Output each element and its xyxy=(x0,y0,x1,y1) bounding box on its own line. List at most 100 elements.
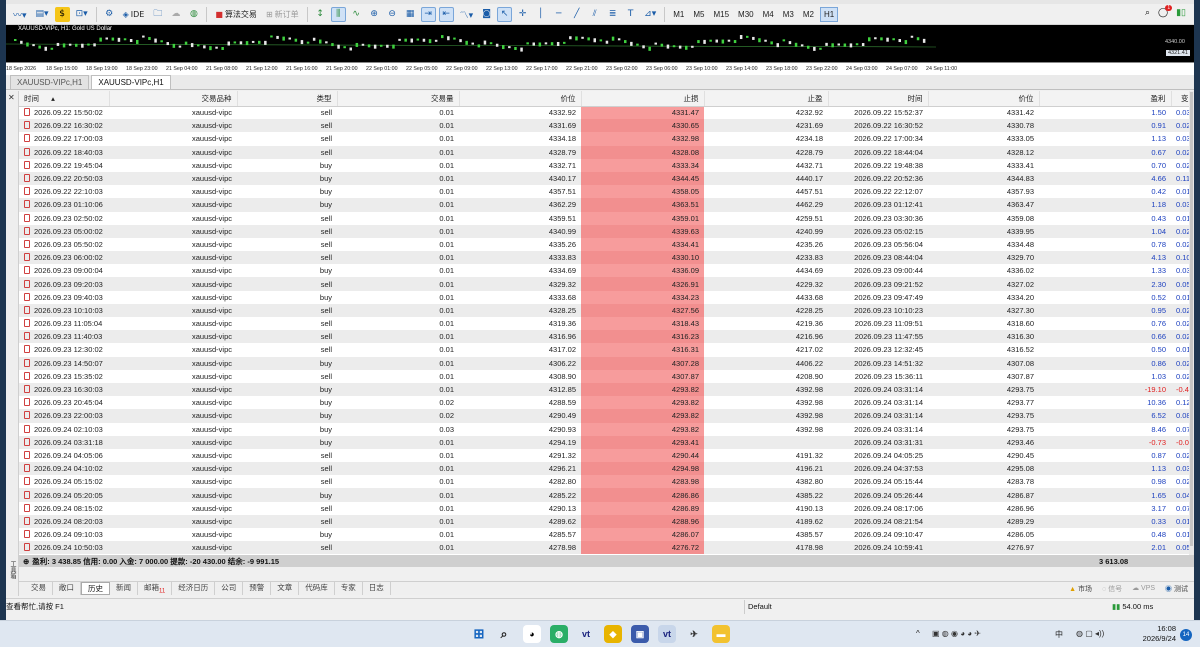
table-row[interactable]: 2026.09.23 14:50:07 xauusd-vipc buy 0.01 430… xyxy=(19,356,1194,370)
table-row[interactable]: 2026.09.23 01:10:06 xauusd-vipc buy 0.01 436… xyxy=(19,198,1194,212)
terminal-tab[interactable]: 经济日历 xyxy=(172,582,216,595)
terminal-tab[interactable]: 新闻 xyxy=(110,582,138,595)
crosshair-icon[interactable]: ✛ xyxy=(515,7,530,22)
candles-icon[interactable]: ⫼ xyxy=(330,6,346,22)
ime-indicator[interactable]: 中 xyxy=(1055,629,1063,640)
search-taskbar-icon[interactable]: ⌕ xyxy=(495,625,513,643)
table-row[interactable]: 2026.09.23 05:50:02 xauusd-vipc sell 0.01 43… xyxy=(19,237,1194,252)
chart-type-icon[interactable]: ▤▾ xyxy=(33,7,52,22)
camera-icon[interactable]: ◙ xyxy=(479,7,494,22)
folder-icon[interactable]: 🗀 xyxy=(150,7,165,22)
windows-start-icon[interactable]: ⊞ xyxy=(470,625,488,643)
table-row[interactable]: 2026.09.24 09:10:03 xauusd-vipc buy 0.01 428… xyxy=(19,528,1194,542)
table-row[interactable]: 2026.09.23 05:00:02 xauusd-vipc sell 0.01 43… xyxy=(19,224,1194,238)
column-header[interactable]: 盈利 xyxy=(1039,91,1172,107)
shapes-icon[interactable]: ⊿▾ xyxy=(641,7,659,22)
timeframe-m3[interactable]: M3 xyxy=(780,7,797,22)
terminal-tab[interactable]: 专家 xyxy=(335,582,363,595)
table-row[interactable]: 2026.09.24 04:05:06 xauusd-vipc sell 0.01 42… xyxy=(19,448,1194,463)
algo-trading-button[interactable]: ■ 算法交易 xyxy=(212,7,260,22)
table-row[interactable]: 2026.09.23 06:00:02 xauusd-vipc sell 0.01 43… xyxy=(19,251,1194,265)
price-chart[interactable]: XAUUSD-VIPc, H1: Gold US Dollar 4340.00 … xyxy=(6,25,1194,75)
table-row[interactable]: 2026.09.24 03:31:18 xauusd-vipc buy 0.01 429… xyxy=(19,435,1194,449)
timeframe-m4[interactable]: M4 xyxy=(760,7,777,22)
connection-status[interactable]: ▮▮ 54.00 ms xyxy=(1112,602,1153,611)
trading-app-icon[interactable]: ✈ xyxy=(685,625,703,643)
autoscroll-icon[interactable]: ⇥ xyxy=(420,6,436,22)
table-row[interactable]: 2026.09.24 08:20:03 xauusd-vipc sell 0.01 42… xyxy=(19,514,1194,528)
terminal-tab[interactable]: 日志 xyxy=(363,582,391,595)
chart-tab-2[interactable]: XAUUSD-VIPc,H1 xyxy=(91,75,171,89)
terminal-tab[interactable]: 敞口 xyxy=(53,582,81,595)
folder-taskbar-icon[interactable]: ▬ xyxy=(712,625,730,643)
scrollbar-thumb[interactable] xyxy=(1190,92,1193,546)
vt-app-icon[interactable]: vt xyxy=(577,625,595,643)
terminal-app-icon[interactable]: ▣ xyxy=(631,625,649,643)
column-header[interactable]: 时间 xyxy=(828,91,929,107)
wechat-icon[interactable]: ◍ xyxy=(550,625,568,643)
column-header[interactable]: 价位 xyxy=(459,91,582,107)
table-row[interactable]: 2026.09.22 20:50:03 xauusd-vipc buy 0.01 434… xyxy=(19,171,1194,186)
table-row[interactable]: 2026.09.24 10:50:03 xauusd-vipc sell 0.01 42… xyxy=(19,541,1194,555)
column-header[interactable]: 时间 ▴ xyxy=(19,91,110,107)
ide-button[interactable]: ◈ IDE xyxy=(120,7,148,22)
table-row[interactable]: 2026.09.22 16:30:02 xauusd-vipc sell 0.01 43… xyxy=(19,119,1194,133)
table-row[interactable]: 2026.09.23 22:00:03 xauusd-vipc buy 0.02 429… xyxy=(19,409,1194,423)
tray-chevron-icon[interactable]: ^ xyxy=(916,629,920,638)
line-chart-icon[interactable]: 〰▾ xyxy=(10,7,30,22)
column-header[interactable]: 交易品种 xyxy=(109,91,238,107)
indicators-icon[interactable]: 〽▾ xyxy=(457,7,477,22)
cloud-icon[interactable]: ☁ xyxy=(168,7,183,22)
table-row[interactable]: 2026.09.24 02:10:03 xauusd-vipc buy 0.03 429… xyxy=(19,422,1194,436)
vertical-line-icon[interactable]: │ xyxy=(533,7,548,22)
depth-icon[interactable]: ↕ xyxy=(313,7,328,22)
cursor-icon[interactable]: ↖ xyxy=(497,6,513,22)
table-row[interactable]: 2026.09.23 02:50:02 xauusd-vipc sell 0.01 43… xyxy=(19,211,1194,225)
timeframe-h1[interactable]: H1 xyxy=(819,6,839,22)
notification-icon[interactable]: ◯ 1 xyxy=(1158,5,1173,18)
text-icon[interactable]: T xyxy=(623,7,638,22)
chart-tab-1[interactable]: XAUUSD-VIPc,H1 xyxy=(10,75,90,89)
column-header[interactable]: 交易量 xyxy=(337,91,460,107)
notification-count-badge[interactable]: 14 xyxy=(1180,629,1192,641)
timeframe-m5[interactable]: M5 xyxy=(690,7,707,22)
terminal-tab[interactable]: 代码库 xyxy=(299,582,335,595)
table-row[interactable]: 2026.09.22 17:00:03 xauusd-vipc sell 0.01 43… xyxy=(19,132,1194,146)
clock[interactable]: 16:08 2026/9/24 xyxy=(1138,624,1176,644)
table-row[interactable]: 2026.09.23 10:10:03 xauusd-vipc sell 0.01 43… xyxy=(19,303,1194,317)
table-row[interactable]: 2026.09.24 04:10:02 xauusd-vipc sell 0.01 42… xyxy=(19,462,1194,476)
chart-wizard-icon[interactable]: ⊡▾ xyxy=(73,7,91,22)
maps-app-icon[interactable]: ◆ xyxy=(604,625,622,643)
timeframe-m30[interactable]: M30 xyxy=(735,7,757,22)
zoom-in-icon[interactable]: ⊕ xyxy=(367,7,382,22)
table-row[interactable]: 2026.09.22 15:50:02 xauusd-vipc sell 0.01 43… xyxy=(19,106,1194,120)
chart-shift-icon[interactable]: ⇤ xyxy=(438,6,454,22)
table-row[interactable]: 2026.09.23 09:40:03 xauusd-vipc buy 0.01 433… xyxy=(19,290,1194,304)
table-row[interactable]: 2026.09.23 16:30:03 xauusd-vipc buy 0.01 431… xyxy=(19,382,1194,397)
zoom-out-icon[interactable]: ⊖ xyxy=(385,7,400,22)
table-row[interactable]: 2026.09.22 22:10:03 xauusd-vipc buy 0.01 435… xyxy=(19,185,1194,199)
terminal-tab[interactable]: 预警 xyxy=(243,582,272,595)
table-row[interactable]: 2026.09.24 05:20:05 xauusd-vipc buy 0.01 428… xyxy=(19,488,1194,502)
table-row[interactable]: 2026.09.22 18:40:03 xauusd-vipc sell 0.01 43… xyxy=(19,145,1194,159)
market-button[interactable]: ▲ 市场 xyxy=(1069,584,1092,594)
column-header[interactable]: 价位 xyxy=(928,91,1040,107)
vps-button[interactable]: ☁ VPS xyxy=(1132,584,1155,594)
column-header[interactable]: 止损 xyxy=(581,91,705,107)
terminal-tab[interactable]: 交易 xyxy=(25,582,53,595)
trendline-icon[interactable]: ╱ xyxy=(569,7,584,22)
table-row[interactable]: 2026.09.24 08:15:02 xauusd-vipc sell 0.01 42… xyxy=(19,501,1194,515)
table-row[interactable]: 2026.09.23 09:00:04 xauusd-vipc buy 0.01 433… xyxy=(19,264,1194,278)
vt-app-icon-active[interactable]: vt xyxy=(658,625,676,643)
timeframe-m15[interactable]: M15 xyxy=(710,7,732,22)
fibonacci-icon[interactable]: ≣ xyxy=(605,7,620,22)
horizontal-line-icon[interactable]: ─ xyxy=(551,7,566,22)
timeframe-m1[interactable]: M1 xyxy=(670,7,687,22)
globe-icon[interactable]: ◍ xyxy=(186,7,201,22)
table-row[interactable]: 2026.09.23 09:20:03 xauusd-vipc sell 0.01 43… xyxy=(19,277,1194,291)
table-row[interactable]: 2026.09.23 11:40:03 xauusd-vipc sell 0.01 43… xyxy=(19,330,1194,344)
line-icon[interactable]: ∿ xyxy=(349,7,364,22)
terminal-tab[interactable]: 公司 xyxy=(215,582,244,595)
channel-icon[interactable]: ⫽ xyxy=(587,7,602,22)
table-row[interactable]: 2026.09.23 15:35:02 xauusd-vipc sell 0.01 43… xyxy=(19,369,1194,383)
